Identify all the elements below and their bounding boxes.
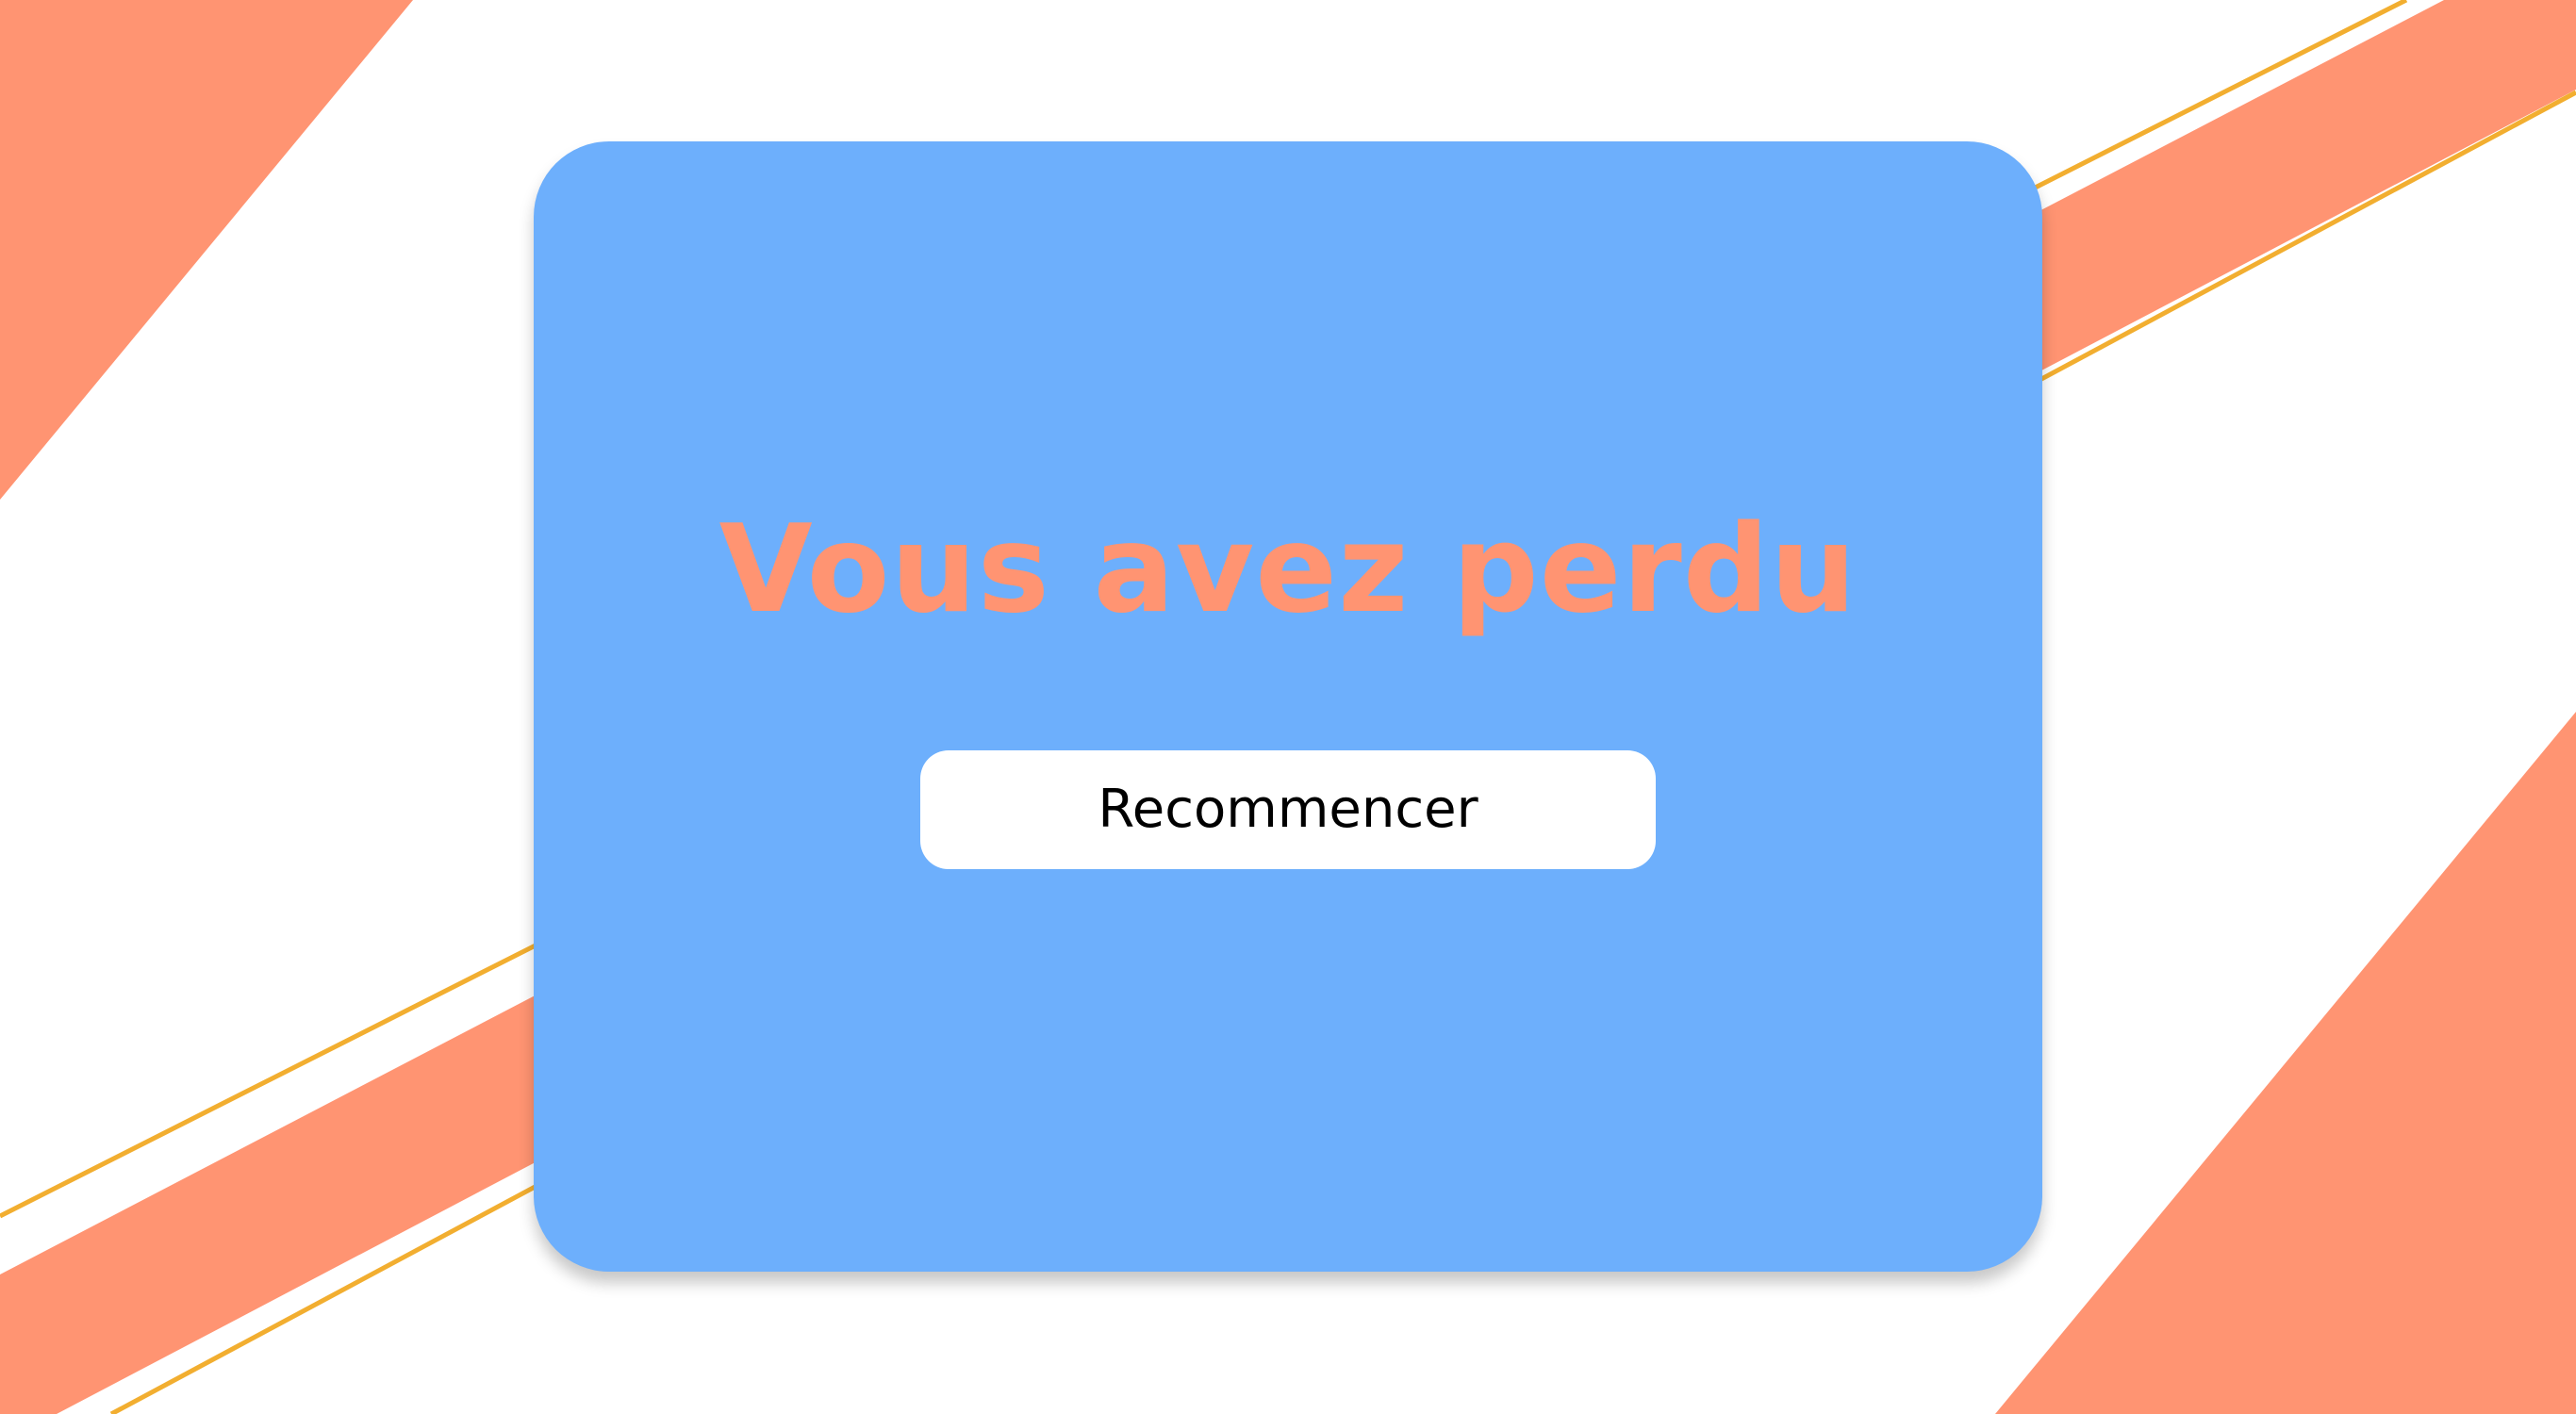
stripe-top-left: [0, 0, 413, 500]
restart-button[interactable]: Recommencer: [920, 750, 1656, 869]
game-over-title: Vous avez perdu: [718, 500, 1858, 640]
game-over-dialog: Vous avez perdu Recommencer: [534, 141, 2042, 1272]
stripe-bottom-right: [1995, 712, 2576, 1414]
